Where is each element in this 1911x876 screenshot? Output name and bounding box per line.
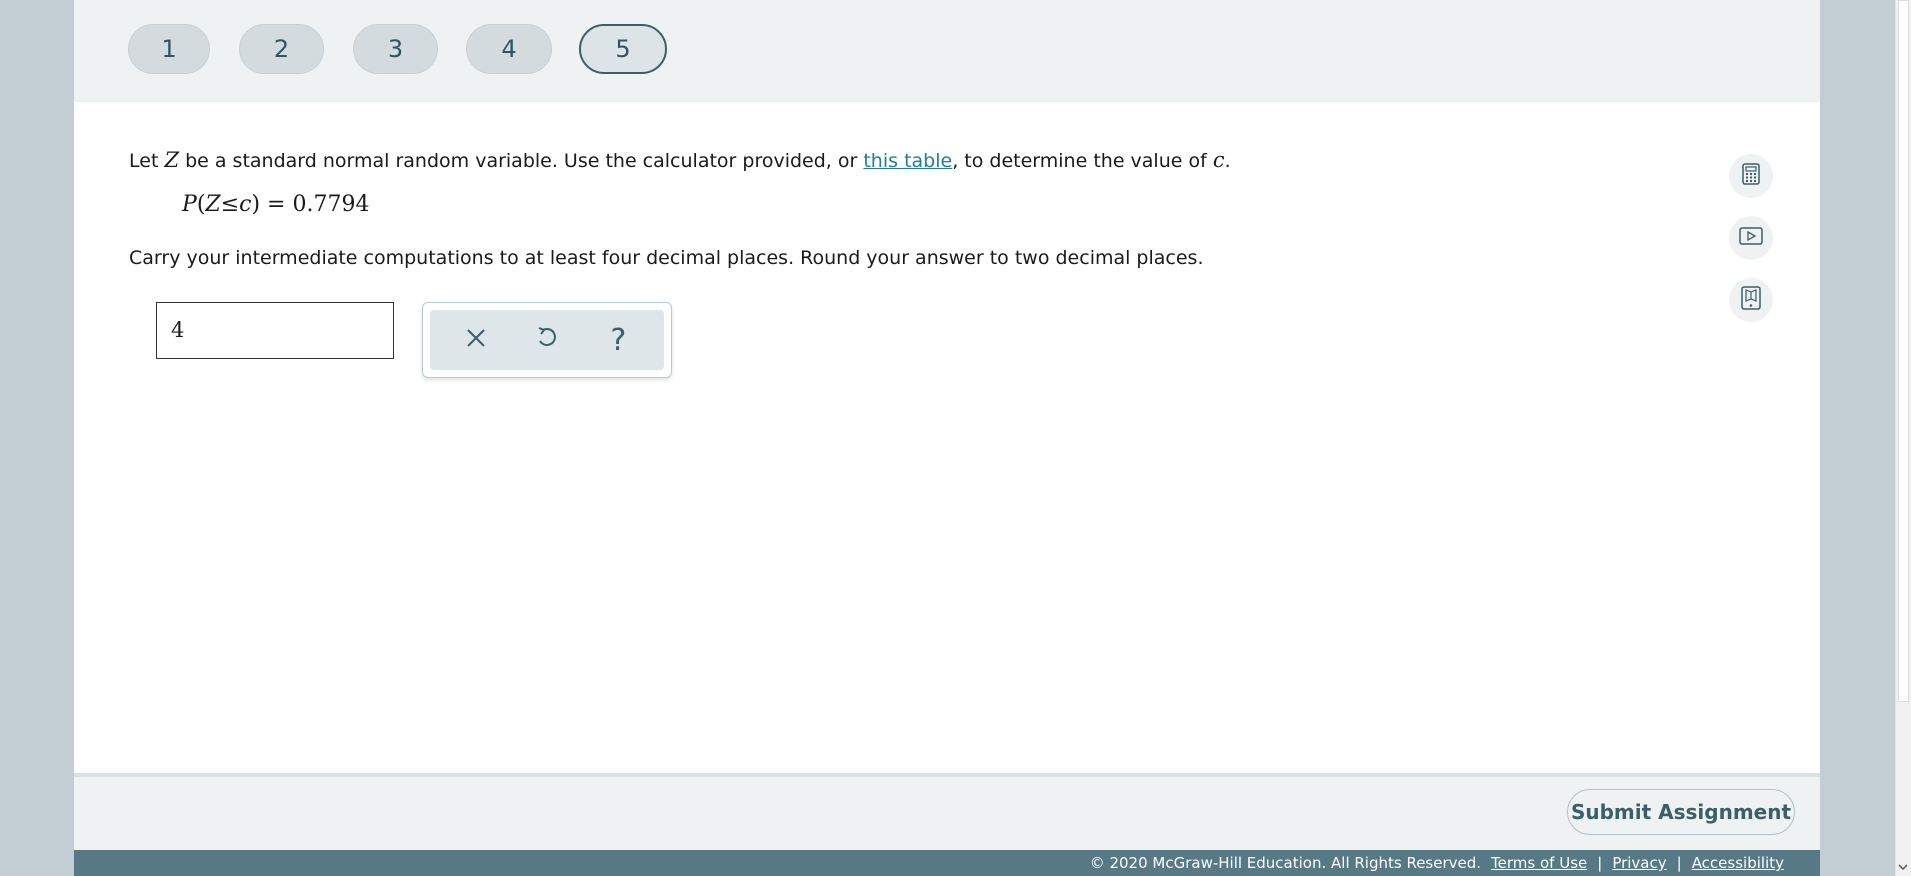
answer-tools-panel: ? [422, 302, 672, 378]
question-number: 3 [387, 35, 404, 63]
answer-input[interactable]: 4 [156, 302, 394, 359]
video-button[interactable] [1729, 216, 1773, 260]
question-number: 2 [273, 35, 290, 63]
eq-leq: ≤ [220, 192, 240, 217]
ebook-icon [1741, 286, 1761, 314]
prompt-text: , to determine the value of [952, 150, 1213, 172]
footer-actions: Submit Assignment [74, 773, 1820, 850]
help-button[interactable]: ? [593, 315, 643, 365]
question-number: 5 [615, 35, 631, 63]
terms-of-use-link[interactable]: Terms of Use [1491, 854, 1587, 872]
prompt-text: be a standard normal random variable. Us… [179, 150, 864, 172]
assignment-app: 1 2 3 4 5 Let Z be a standard normal ran… [74, 0, 1820, 876]
video-icon [1739, 227, 1763, 249]
table-link[interactable]: this table [863, 150, 952, 172]
copyright-text: © 2020 McGraw-Hill Education. All Rights… [1089, 854, 1482, 872]
separator: | [1676, 854, 1682, 872]
clear-button[interactable] [451, 315, 501, 365]
answer-tools: ? [430, 310, 664, 370]
undo-button[interactable] [522, 315, 572, 365]
question-button-2[interactable]: 2 [239, 24, 324, 74]
vertical-scrollbar[interactable] [1895, 0, 1911, 876]
accessibility-link[interactable]: Accessibility [1692, 854, 1784, 872]
question-button-5-active[interactable]: 5 [579, 24, 667, 74]
privacy-link[interactable]: Privacy [1612, 854, 1666, 872]
question-button-3[interactable]: 3 [353, 24, 438, 74]
instructions-text: Carry your intermediate computations to … [129, 247, 1204, 269]
probability-equation: P(Z≤c) = 0.7794 [182, 192, 369, 217]
scrollbar-thumb[interactable] [1898, 0, 1909, 702]
eq-c: c [239, 192, 252, 217]
variable-c: c [1212, 148, 1225, 172]
eq-rhs: = 0.7794 [260, 192, 370, 217]
submit-assignment-button[interactable]: Submit Assignment [1567, 789, 1795, 835]
question-button-4[interactable]: 4 [466, 24, 552, 74]
prompt-text: Let [129, 150, 165, 172]
calculator-icon [1741, 163, 1761, 189]
calculator-button[interactable] [1729, 154, 1773, 198]
question-navigation: 1 2 3 4 5 [74, 0, 1820, 102]
chevron-down-icon[interactable] [1898, 863, 1908, 874]
prompt-text: . [1224, 150, 1231, 172]
copyright-bar: © 2020 McGraw-Hill Education. All Rights… [74, 850, 1820, 876]
variable-z: Z [164, 148, 180, 172]
separator: | [1597, 854, 1603, 872]
eq-close-paren: ) [251, 192, 261, 217]
question-text: Let Z be a standard normal random variab… [129, 140, 1231, 181]
help-icon: ? [610, 322, 627, 358]
eq-p: P [182, 192, 197, 217]
question-number: 4 [501, 35, 517, 63]
undo-icon [535, 325, 559, 355]
close-icon [465, 327, 487, 353]
question-button-1[interactable]: 1 [128, 24, 210, 74]
eq-z: Z [205, 192, 221, 217]
ebook-button[interactable] [1729, 278, 1773, 322]
question-number: 1 [161, 35, 177, 63]
